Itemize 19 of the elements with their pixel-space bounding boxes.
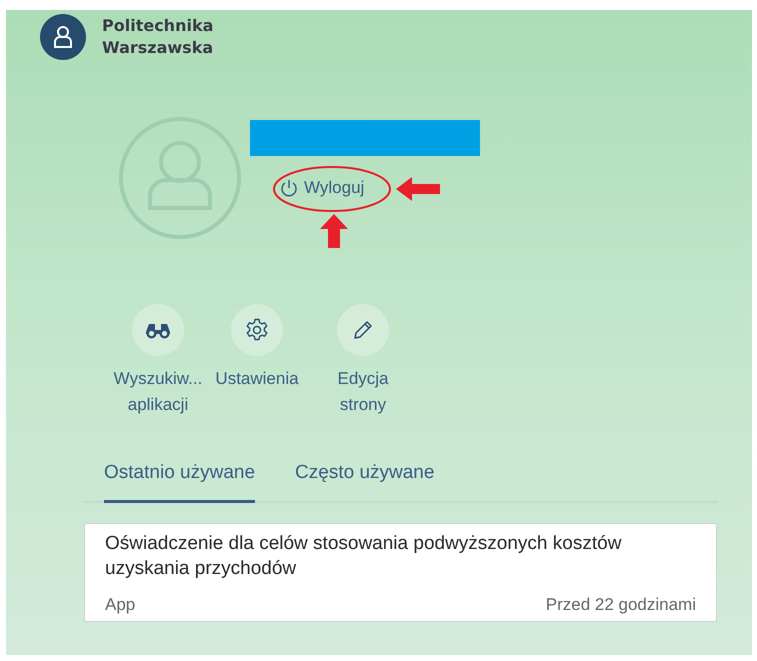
action-label: Wyszukiw... aplikacji	[114, 368, 202, 416]
card-title: Oświadczenie dla celów stosowania podwyższonych kosztów uzyskania przychodów	[105, 532, 622, 581]
annotation-arrow	[396, 177, 440, 201]
action-label: Edycja strony	[337, 368, 389, 416]
user-icon	[53, 25, 73, 49]
action-button[interactable]	[337, 304, 389, 356]
user-avatar-button[interactable]	[40, 14, 86, 60]
recent-app-card[interactable]: Oświadczenie dla celów stosowania podwyższonych kosztów uzyskania przychodów App Przed 22 godzinami	[84, 523, 717, 622]
tab[interactable]: Ostatnio używane	[104, 462, 256, 503]
action-label: Ustawienia	[215, 368, 299, 390]
annotation-arrow	[320, 214, 348, 248]
card-type: App	[105, 595, 136, 615]
settings-icon	[245, 318, 269, 342]
card-timestamp: Przed 22 godzinami	[546, 595, 696, 615]
pencil-icon	[352, 319, 374, 341]
university-logo: Politechnika Warszawska	[102, 15, 214, 59]
avatar-placeholder-icon	[118, 116, 242, 240]
tab[interactable]: Często używane	[295, 462, 434, 503]
power-icon	[280, 178, 298, 198]
